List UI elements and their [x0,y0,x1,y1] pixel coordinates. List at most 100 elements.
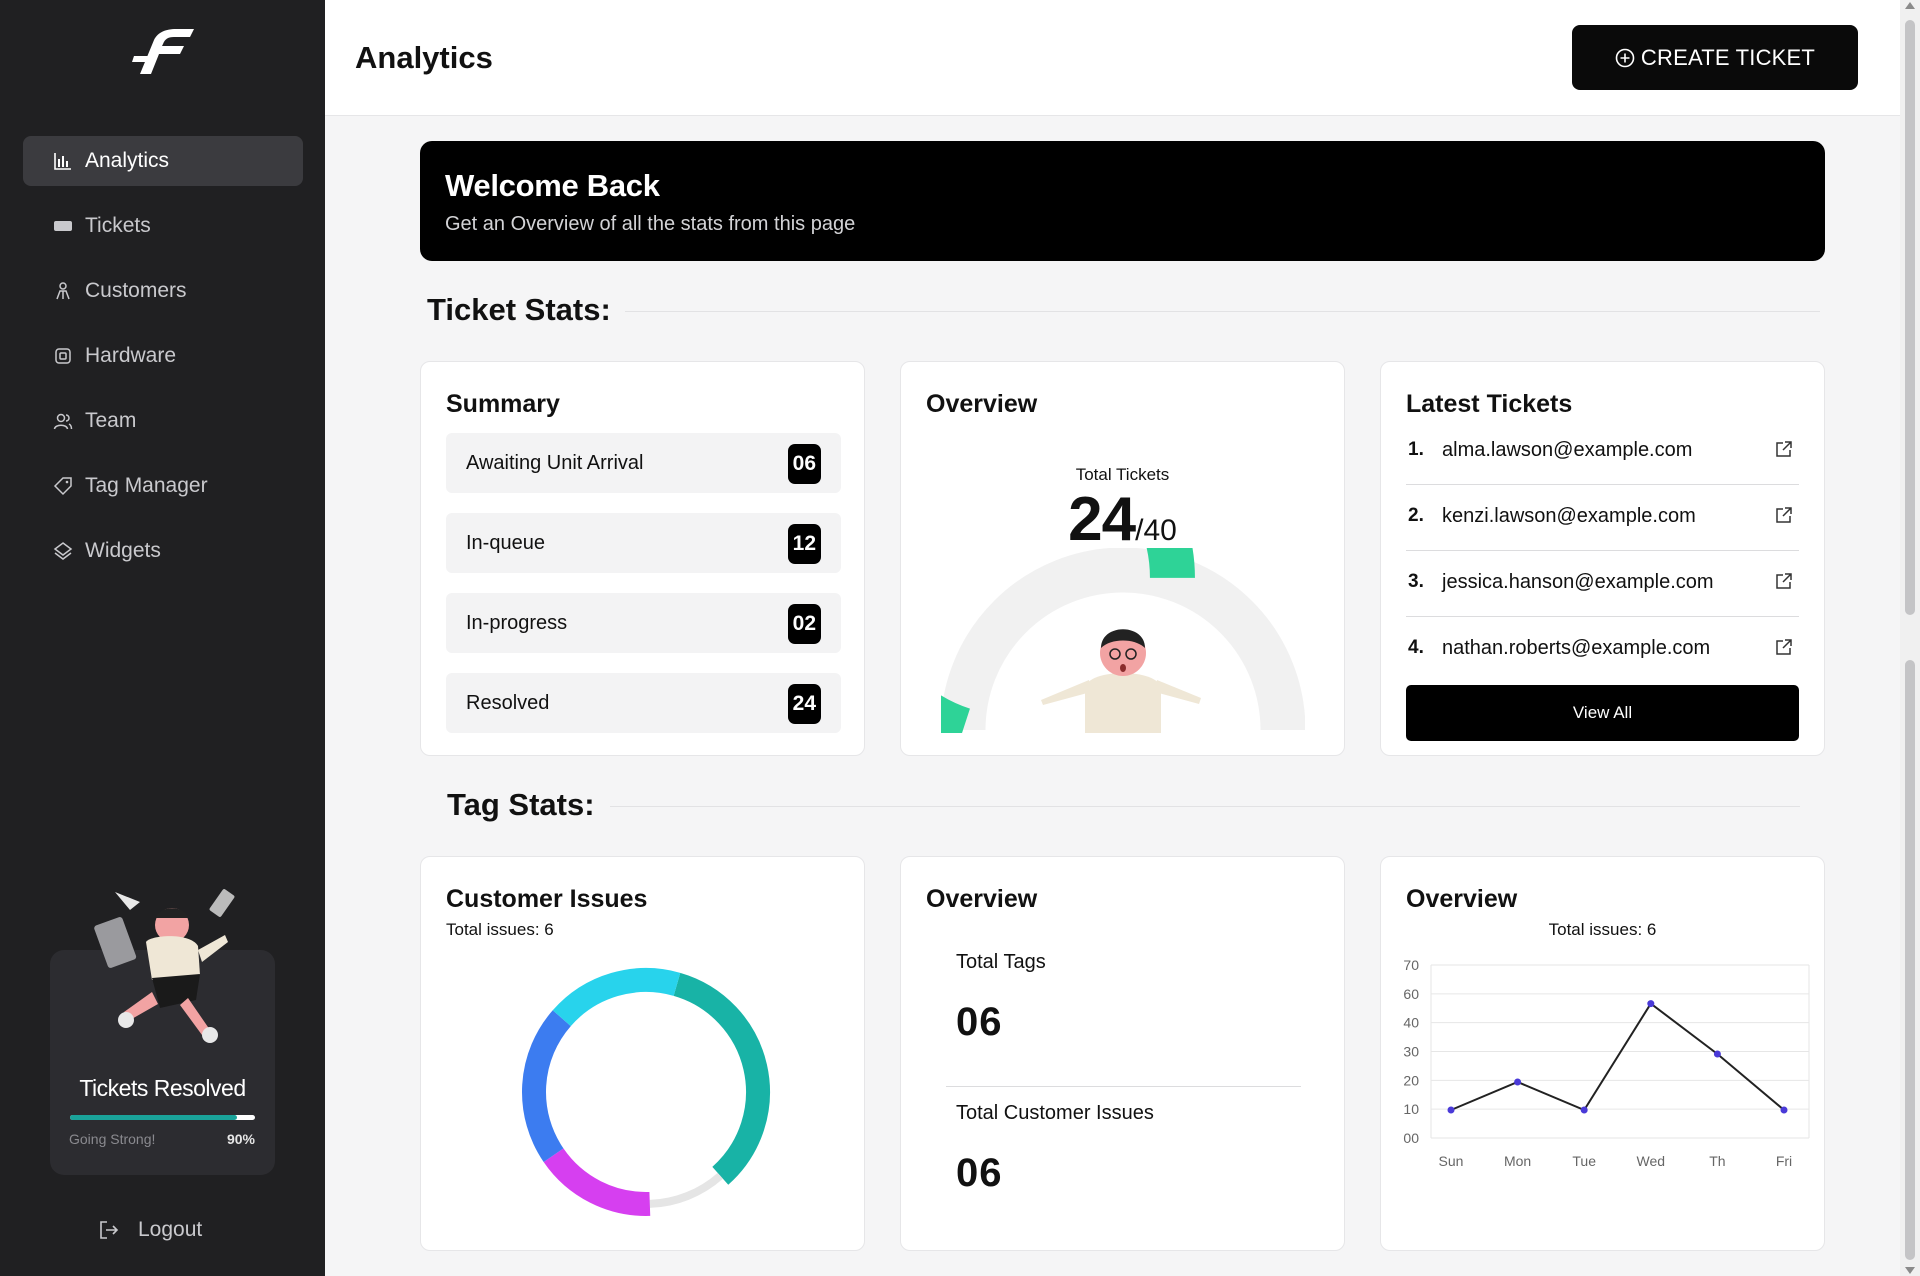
ticket-list-item[interactable]: 3. jessica.hanson@example.com [1406,551,1799,617]
summary-card: Summary Awaiting Unit Arrival 06 In-queu… [420,361,865,756]
customers-icon [56,282,70,300]
issues-line-chart: 00 10 20 30 40 60 70 Sun Mon Tue Wed Th Fri [1403,957,1810,1169]
summary-row-count: 06 [787,444,821,484]
external-link-icon[interactable] [1775,506,1793,524]
donut-segment [649,1172,723,1208]
external-link-icon[interactable] [1775,572,1793,590]
external-link-icon[interactable] [1775,638,1793,656]
ticket-number: 4. [1408,637,1424,658]
sidebar-item-label: Widgets [85,539,161,562]
sidebar-item-widgets[interactable]: Widgets [23,526,303,576]
summary-row-in-progress[interactable]: In-progress 02 [446,593,841,653]
ticket-icon [54,221,72,231]
sidebar-item-hardware[interactable]: Hardware [23,331,303,381]
sidebar-item-customers[interactable]: Customers [23,266,303,316]
line-overview-title: Overview [1406,885,1518,913]
scroll-thumb-secondary[interactable] [1905,660,1915,1260]
sidebar-item-label: Customers [85,279,187,302]
promo-percent: 90% [226,1131,255,1147]
customer-issues-donut-chart [522,968,770,1216]
sidebar-item-label: Team [85,409,137,432]
ticket-list-item[interactable]: 4. nathan.roberts@example.com [1406,617,1799,683]
overview-title: Overview [926,390,1038,418]
scroll-thumb[interactable] [1905,20,1915,615]
ticket-email: kenzi.lawson@example.com [1442,505,1696,527]
total-tags-value: 06 [956,1000,1003,1044]
plus-circle-icon [1615,48,1635,67]
sidebar-item-label: Tickets [85,214,151,237]
latest-tickets-card: Latest Tickets 1. alma.lawson@example.co… [1380,361,1825,756]
page-scrollbar[interactable] [1900,0,1920,1276]
donut-segment [673,972,770,1185]
chip-icon [55,348,71,364]
page-title: Analytics [355,40,493,75]
y-tick-label: 00 [1403,1130,1419,1146]
gauge-label: Total Tickets [1075,465,1170,484]
sidebar-nav: Analytics Tickets Customers Hardware Tea… [23,136,303,591]
x-axis-ticks: Sun Mon Tue Wed Th Fri [1439,1153,1793,1169]
team-icon [53,413,73,430]
donut-segment [552,968,681,1027]
view-all-button[interactable]: View All [1406,685,1799,741]
data-point [1647,1000,1655,1008]
welcome-banner: Welcome Back Get an Overview of all the … [420,141,1825,261]
y-axis-ticks: 00 10 20 30 40 60 70 [1403,957,1419,1146]
summary-title: Summary [446,390,560,418]
ticket-overview-card: Overview Total Tickets 24/40 [900,361,1345,756]
summary-row-count: 24 [787,684,821,724]
summary-row-awaiting[interactable]: Awaiting Unit Arrival 06 [446,433,841,493]
sidebar-item-team[interactable]: Team [23,396,303,446]
total-tags-label: Total Tags [956,951,1046,973]
ticket-list-item[interactable]: 1. alma.lawson@example.com [1406,419,1799,485]
sidebar-item-analytics[interactable]: Analytics [23,136,303,186]
widgets-icon [53,542,73,560]
ticket-list-item[interactable]: 2. kenzi.lawson@example.com [1406,485,1799,551]
brand-logo [132,29,194,74]
y-tick-label: 70 [1403,957,1419,973]
total-customer-issues-value: 06 [956,1151,1003,1195]
data-point [1447,1106,1455,1114]
summary-row-label: In-queue [466,532,545,554]
y-tick-label: 20 [1403,1072,1419,1088]
summary-row-label: Resolved [466,692,550,714]
summary-row-in-queue[interactable]: In-queue 12 [446,513,841,573]
logout-button[interactable]: Logout [98,1218,202,1242]
welcome-subtitle: Get an Overview of all the stats from th… [445,213,856,235]
y-tick-label: 40 [1403,1015,1419,1031]
latest-tickets-title: Latest Tickets [1406,390,1573,418]
summary-row-count: 02 [787,604,821,644]
sidebar-item-tickets[interactable]: Tickets [23,201,303,251]
promo-subtitle: Going Strong! [69,1131,156,1147]
gauge-value: 24/40 [901,484,1344,555]
sidebar-item-label: Hardware [85,344,177,367]
external-link-icon[interactable] [1775,440,1793,458]
summary-row-label: In-progress [466,612,568,634]
scroll-down-arrow[interactable] [1905,1267,1915,1274]
promo-title: Tickets Resolved [79,1075,246,1101]
welcome-title: Welcome Back [445,168,660,203]
x-tick-label: Sun [1439,1153,1464,1169]
gauge-value-total: /40 [1135,514,1177,547]
issues-line-chart-card: Overview Total issues: 6 00 10 20 30 40 60 70 … [1380,856,1825,1251]
line-overview-subtitle: Total issues: 6 [1548,920,1657,939]
summary-row-count: 12 [787,524,821,564]
logout-label: Logout [138,1218,203,1241]
summary-row-resolved[interactable]: Resolved 24 [446,673,841,733]
ticket-number: 2. [1408,505,1424,526]
create-ticket-label: CREATE TICKET [1640,44,1816,70]
sidebar: Analytics Tickets Customers Hardware Tea… [0,0,325,1276]
summary-row-label: Awaiting Unit Arrival [466,452,644,474]
data-point [1780,1106,1788,1114]
ticket-number: 1. [1408,439,1424,460]
y-tick-label: 30 [1403,1044,1419,1060]
x-tick-label: Th [1709,1153,1725,1169]
create-ticket-button[interactable]: CREATE TICKET [1572,25,1858,90]
sidebar-item-tag-manager[interactable]: Tag Manager [23,461,303,511]
data-point [1580,1106,1588,1114]
tickets-gauge [941,548,1305,733]
donut-segment [543,1148,651,1216]
character-laptop-illustration [94,889,235,1043]
series-line [1450,1002,1785,1112]
sidebar-item-label: Tag Manager [85,474,208,497]
scroll-up-arrow[interactable] [1905,2,1915,9]
